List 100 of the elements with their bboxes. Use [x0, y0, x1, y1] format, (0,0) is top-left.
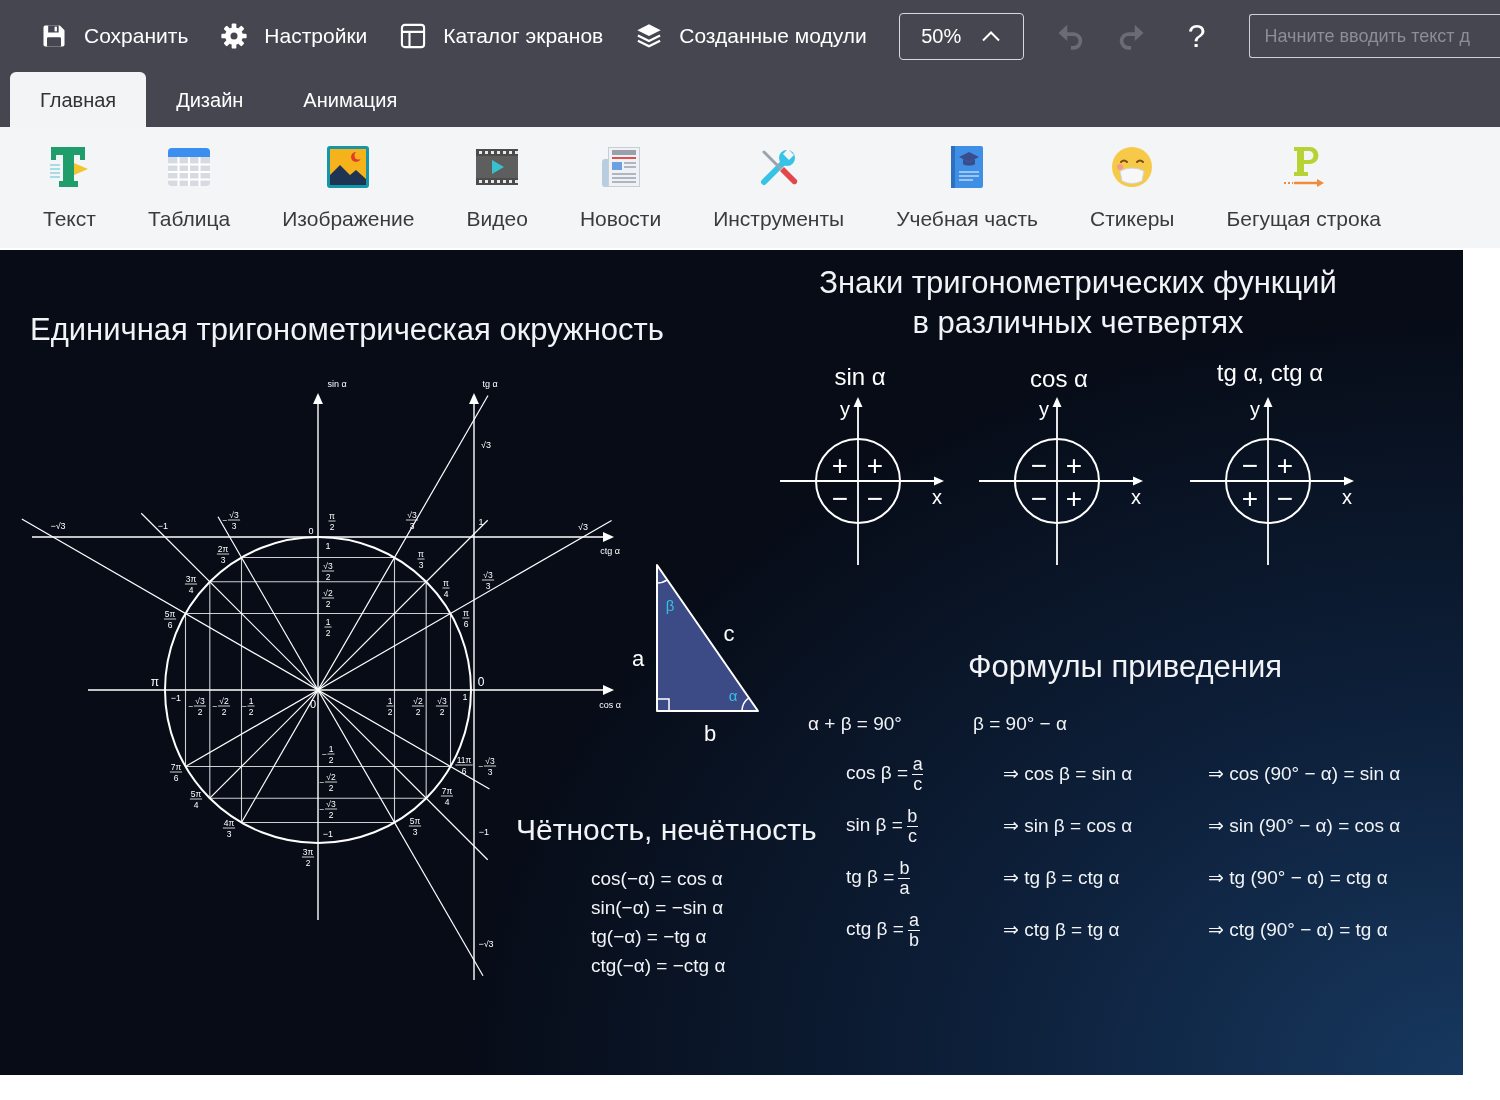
formula: α + β = 90°	[808, 713, 902, 736]
masked-face-icon	[1110, 145, 1155, 189]
sign-label: −	[1276, 482, 1294, 514]
tick-label: 1	[478, 517, 484, 527]
diagram-title: cos α	[1030, 364, 1088, 392]
section-title: Формулы приведения	[966, 648, 1284, 686]
sign-label: +	[1065, 449, 1083, 481]
tab[interactable]: Дизайн	[146, 72, 274, 127]
formula: tg(−α) = −tg α	[591, 925, 707, 949]
ribbon-button[interactable]: Изображение	[256, 127, 441, 248]
ribbon-button[interactable]: Видео	[440, 127, 554, 248]
angle-label: 3π 2	[301, 846, 315, 868]
modules-button[interactable]: Созданные модули	[635, 20, 867, 52]
ribbon-button[interactable]: Таблица	[121, 127, 257, 248]
formula: ⇒ tg (90° − α) = ctg α	[1208, 865, 1388, 890]
tick-label: √3 3	[481, 569, 495, 591]
image-icon	[326, 145, 371, 189]
formula: ctg(−α) = −ctg α	[591, 954, 726, 978]
sign-label: +	[866, 449, 884, 481]
formula: ⇒ ctg β = tg α	[1003, 917, 1120, 942]
sign-label: −	[831, 482, 849, 514]
search-field[interactable]: Начните вводить текст д	[1249, 14, 1500, 58]
origin-label: 0	[309, 698, 317, 710]
angle-label: β	[665, 596, 675, 614]
ribbon-button[interactable]: Новости	[553, 127, 688, 248]
tick-label: 1 2	[324, 616, 332, 638]
axis-label: x	[1342, 486, 1352, 508]
sign-label: +	[831, 449, 849, 481]
sign-label: −	[1241, 449, 1259, 481]
ribbon-button[interactable]: Инструменты	[687, 127, 871, 248]
angle-label: π 4	[442, 577, 450, 599]
angle-label: 5π 6	[163, 608, 177, 630]
letter-arrow-icon	[1281, 145, 1326, 189]
tick-label: 0	[308, 526, 314, 536]
tick-label: √3 2	[435, 695, 449, 717]
ribbon-button[interactable]: Текст	[17, 127, 122, 248]
tick-label: 1	[462, 692, 468, 702]
tab[interactable]: Главная	[10, 72, 147, 127]
chevron-up-icon	[981, 30, 1002, 42]
angle-label: α	[728, 686, 738, 704]
section-title: Знаки тригонометрических функций в различных четвертях	[818, 264, 1338, 342]
angle-label: 3π 4	[184, 573, 198, 595]
axis-label: x	[932, 486, 942, 508]
angle-label: 2π 3	[216, 543, 230, 565]
formula: ⇒ cos β = sin α	[1003, 761, 1133, 786]
save-button[interactable]: Сохранить	[40, 20, 189, 52]
tick-label: −√3	[478, 939, 494, 949]
axis-label: sin α	[327, 379, 347, 389]
sign-label: −	[866, 482, 884, 514]
angle-label: π 2	[328, 510, 336, 532]
angle-label: π 6	[462, 607, 470, 629]
section-title: Единичная тригонометрическая окружность	[30, 311, 664, 349]
formula: ⇒ tg β = ctg α	[1003, 865, 1120, 890]
sign-label: −	[1030, 449, 1048, 481]
axis-label: x	[1131, 486, 1141, 508]
formula: ⇒ sin β = cos α	[1003, 813, 1133, 838]
angle-label: 5π 4	[189, 788, 203, 810]
layout-icon	[399, 22, 428, 50]
table-icon	[167, 145, 212, 189]
ribbon-button[interactable]: Стикеры	[1064, 127, 1201, 248]
axis-label: cos α	[599, 700, 621, 710]
settings-button[interactable]: Настройки	[220, 20, 368, 52]
diagram-title: sin α	[834, 362, 886, 390]
tick-label: √2 2	[321, 587, 335, 609]
angle-label: 4π 3	[222, 817, 236, 839]
tick-label: −√3	[50, 521, 66, 531]
formula: β = 90° − α	[973, 713, 1067, 736]
angle-label: 0	[477, 675, 485, 689]
section-title: Чётность, нечётность	[516, 812, 817, 848]
axis-label: ctg α	[600, 546, 620, 556]
axis-label: y	[1250, 398, 1260, 420]
tab[interactable]: Анимация	[273, 72, 428, 127]
gear-icon	[220, 22, 249, 50]
angle-label: 7π 4	[440, 785, 454, 807]
catalog-button[interactable]: Каталог экранов	[399, 20, 604, 52]
tick-label: 1 2	[386, 695, 394, 717]
sign-label: −	[1030, 482, 1048, 514]
tick-label: √2 2	[411, 695, 425, 717]
tick-label: 1	[325, 541, 331, 551]
formula: sin(−α) = −sin α	[591, 896, 724, 920]
layers-icon	[635, 22, 664, 50]
angle-label: 7π 6	[169, 761, 183, 783]
tick-label: √3	[578, 522, 588, 532]
formula: ⇒ ctg (90° − α) = tg α	[1208, 917, 1388, 942]
zoom-dropdown[interactable]: 50%	[898, 12, 1024, 60]
tick-label: −1	[157, 521, 169, 531]
axis-label: y	[1039, 398, 1049, 420]
tick-label: −1	[322, 829, 334, 839]
ribbon-button[interactable]: Учебная часть	[870, 127, 1065, 248]
help-button[interactable]: ?	[1185, 20, 1208, 52]
axis-label: tg α	[482, 379, 498, 389]
angle-label: π	[150, 675, 160, 689]
angle-label: π 3	[417, 548, 425, 570]
ribbon-button[interactable]: Бегущая строка	[1200, 127, 1408, 248]
angle-label: 5π 3	[408, 815, 422, 837]
sign-label: +	[1241, 482, 1259, 514]
formula: ⇒ cos (90° − α) = sin α	[1208, 761, 1401, 786]
side-label: c	[723, 620, 735, 646]
side-label: b	[703, 720, 717, 746]
sign-label: +	[1276, 449, 1294, 481]
